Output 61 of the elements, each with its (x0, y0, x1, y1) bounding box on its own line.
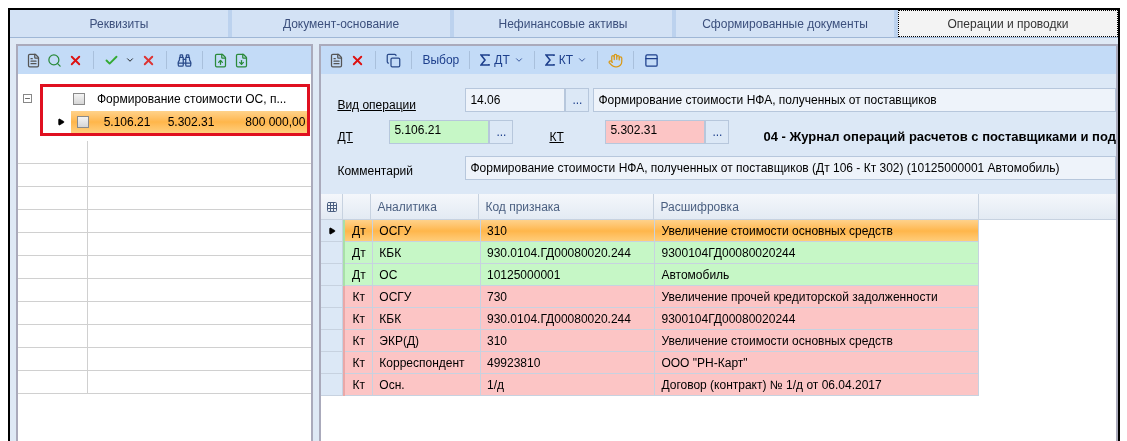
row-pointer-icon (57, 118, 65, 126)
debit-link[interactable]: ДТ (337, 128, 390, 146)
debit-sum-button[interactable]: ДТ (480, 51, 524, 69)
operation-type-link[interactable]: Вид операции (337, 96, 466, 114)
sigma-icon (480, 54, 491, 66)
row-pointer-icon (327, 226, 336, 235)
ellipsis-button[interactable]: ... (705, 120, 730, 144)
tab[interactable]: Нефинансовые активы (454, 10, 676, 37)
hand-icon[interactable] (608, 52, 624, 68)
journal-title: 04 - Журнал операций расчетов с поставщиками и под (763, 128, 1116, 147)
operation-name-field[interactable]: Формирование стоимости НФА, полученных от поставщиков (593, 88, 1116, 112)
table-row[interactable]: Дт ОСГУ 310 Увеличение стоимости основных средств (343, 220, 980, 242)
table-row[interactable]: Кт Корреспондент 49923810 ООО "РН-Карт" (343, 352, 980, 374)
column-chooser-icon[interactable] (325, 200, 338, 213)
credit-account-field[interactable]: 5.302.31 (605, 120, 706, 144)
credit-sum-button[interactable]: КТ (544, 51, 588, 69)
table-row[interactable]: Кт ЭКР(Д) 310 Увеличение стоимости основных средств (343, 330, 980, 352)
tab[interactable]: Операции и проводки (898, 10, 1118, 37)
table-row[interactable]: Дт ОС 10125000001 Автомобиль (343, 264, 980, 286)
table-row[interactable]: Кт Осн. 1/д Договор (контракт) № 1/д от 06.04.2017 (343, 374, 980, 396)
table-row[interactable]: Кт КБК 930.0104.ГД00080020.244 9300104ГД00080020244 (343, 308, 980, 330)
debit-account: 5.106.21 (102, 114, 152, 131)
collapse-icon[interactable] (23, 94, 32, 103)
tab[interactable]: Сформированные документы (676, 10, 898, 37)
column-header[interactable]: Аналитика (371, 194, 480, 219)
new-document-icon[interactable] (329, 52, 345, 68)
comment-field[interactable]: Формирование стоимости НФА, полученных от поставщиков (Дт 106 - Кт 302) (10125000001 Автомобиль) (465, 156, 1116, 180)
table-row[interactable]: Дт КБК 930.0104.ГД00080020.244 9300104ГД00080020244 (343, 242, 980, 264)
amount: 800 000,00 (244, 114, 307, 131)
search-icon[interactable] (47, 52, 62, 68)
column-header[interactable]: Расшифровка (654, 194, 980, 219)
window-icon[interactable] (644, 52, 660, 68)
debit-account-field[interactable]: 5.106.21 (389, 120, 490, 144)
import-icon[interactable] (234, 52, 249, 68)
tree-row-label[interactable]: Формирование стоимости ОС, п... (93, 90, 287, 108)
checkbox[interactable] (77, 116, 89, 128)
comment-label: Комментарий (337, 163, 414, 180)
copy-icon[interactable] (386, 52, 402, 68)
ellipsis-button[interactable]: ... (489, 120, 514, 144)
operation-code-field[interactable]: 14.06 (465, 88, 566, 112)
caret-icon[interactable] (125, 55, 135, 65)
row-header[interactable] (321, 220, 344, 242)
table-cell: Договор (контракт) № 1/д от 06.04.2017 (655, 374, 980, 396)
new-document-icon[interactable] (26, 52, 41, 68)
binoculars-icon[interactable] (177, 52, 192, 68)
column-header[interactable]: Код признака (479, 194, 655, 219)
sigma-icon (544, 54, 555, 66)
table-cell: Кт (345, 374, 374, 396)
ellipsis-button[interactable]: ... (565, 88, 590, 112)
tab[interactable]: Реквизиты (10, 10, 232, 37)
choose-button[interactable]: Выбор (422, 51, 460, 69)
credit-account: 5.302.31 (166, 114, 216, 131)
caret-icon (513, 55, 524, 65)
export-icon[interactable] (213, 52, 228, 68)
tab[interactable]: Документ-основание (232, 10, 454, 37)
credit-link[interactable]: КТ (549, 128, 606, 146)
table-row[interactable]: Кт ОСГУ 730 Увеличение прочей кредиторской задолженности (343, 286, 980, 308)
table-cell: Осн. (373, 374, 481, 396)
checkbox[interactable] (73, 93, 85, 105)
caret-icon (577, 55, 588, 65)
table-cell: 1/д (481, 374, 656, 396)
